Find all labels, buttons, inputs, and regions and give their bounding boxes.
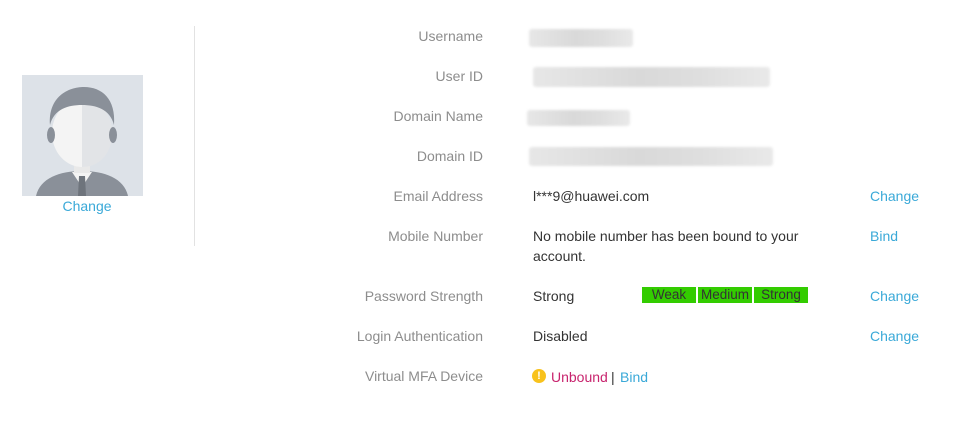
- login-auth-label: Login Authentication: [356, 328, 483, 344]
- strength-segment-medium: Medium: [698, 287, 752, 303]
- change-avatar-link[interactable]: Change: [22, 198, 152, 214]
- warning-circle-icon: !: [532, 369, 546, 383]
- password-strength-label: Password Strength: [364, 288, 483, 304]
- bind-mobile-link[interactable]: Bind: [870, 226, 898, 246]
- mfa-label: Virtual MFA Device: [364, 368, 483, 384]
- domain-name-label: Domain Name: [393, 108, 483, 124]
- mobile-value-line1: No mobile number has been bound to your: [533, 228, 799, 244]
- mobile-value-line2: account.: [533, 248, 586, 264]
- change-login-auth-link[interactable]: Change: [870, 326, 919, 346]
- domain-id-label: Domain ID: [416, 148, 483, 164]
- strength-segment-weak: Weak: [642, 287, 696, 303]
- username-label: Username: [418, 28, 483, 44]
- avatar: [22, 75, 143, 196]
- user-silhouette-icon: [22, 75, 143, 196]
- domain-name-value-redacted: [527, 110, 630, 126]
- password-strength-meter: Weak Medium Strong: [642, 287, 808, 303]
- domain-id-value-redacted: [529, 147, 773, 166]
- mfa-separator: |: [611, 369, 615, 385]
- password-strength-value: Strong: [533, 288, 575, 304]
- mobile-label: Mobile Number: [388, 228, 483, 244]
- change-password-link[interactable]: Change: [870, 286, 919, 306]
- user-id-label: User ID: [435, 68, 483, 84]
- user-id-value-redacted: [533, 67, 770, 87]
- email-label: Email Address: [393, 188, 483, 204]
- change-email-link[interactable]: Change: [870, 186, 919, 206]
- vertical-divider: [194, 26, 195, 246]
- email-value: l***9@huawei.com: [533, 188, 650, 204]
- bind-mfa-link[interactable]: Bind: [620, 367, 648, 387]
- username-value-redacted: [529, 29, 633, 47]
- strength-segment-strong: Strong: [754, 287, 808, 303]
- mfa-status: Unbound: [551, 369, 608, 385]
- login-auth-value: Disabled: [533, 328, 588, 344]
